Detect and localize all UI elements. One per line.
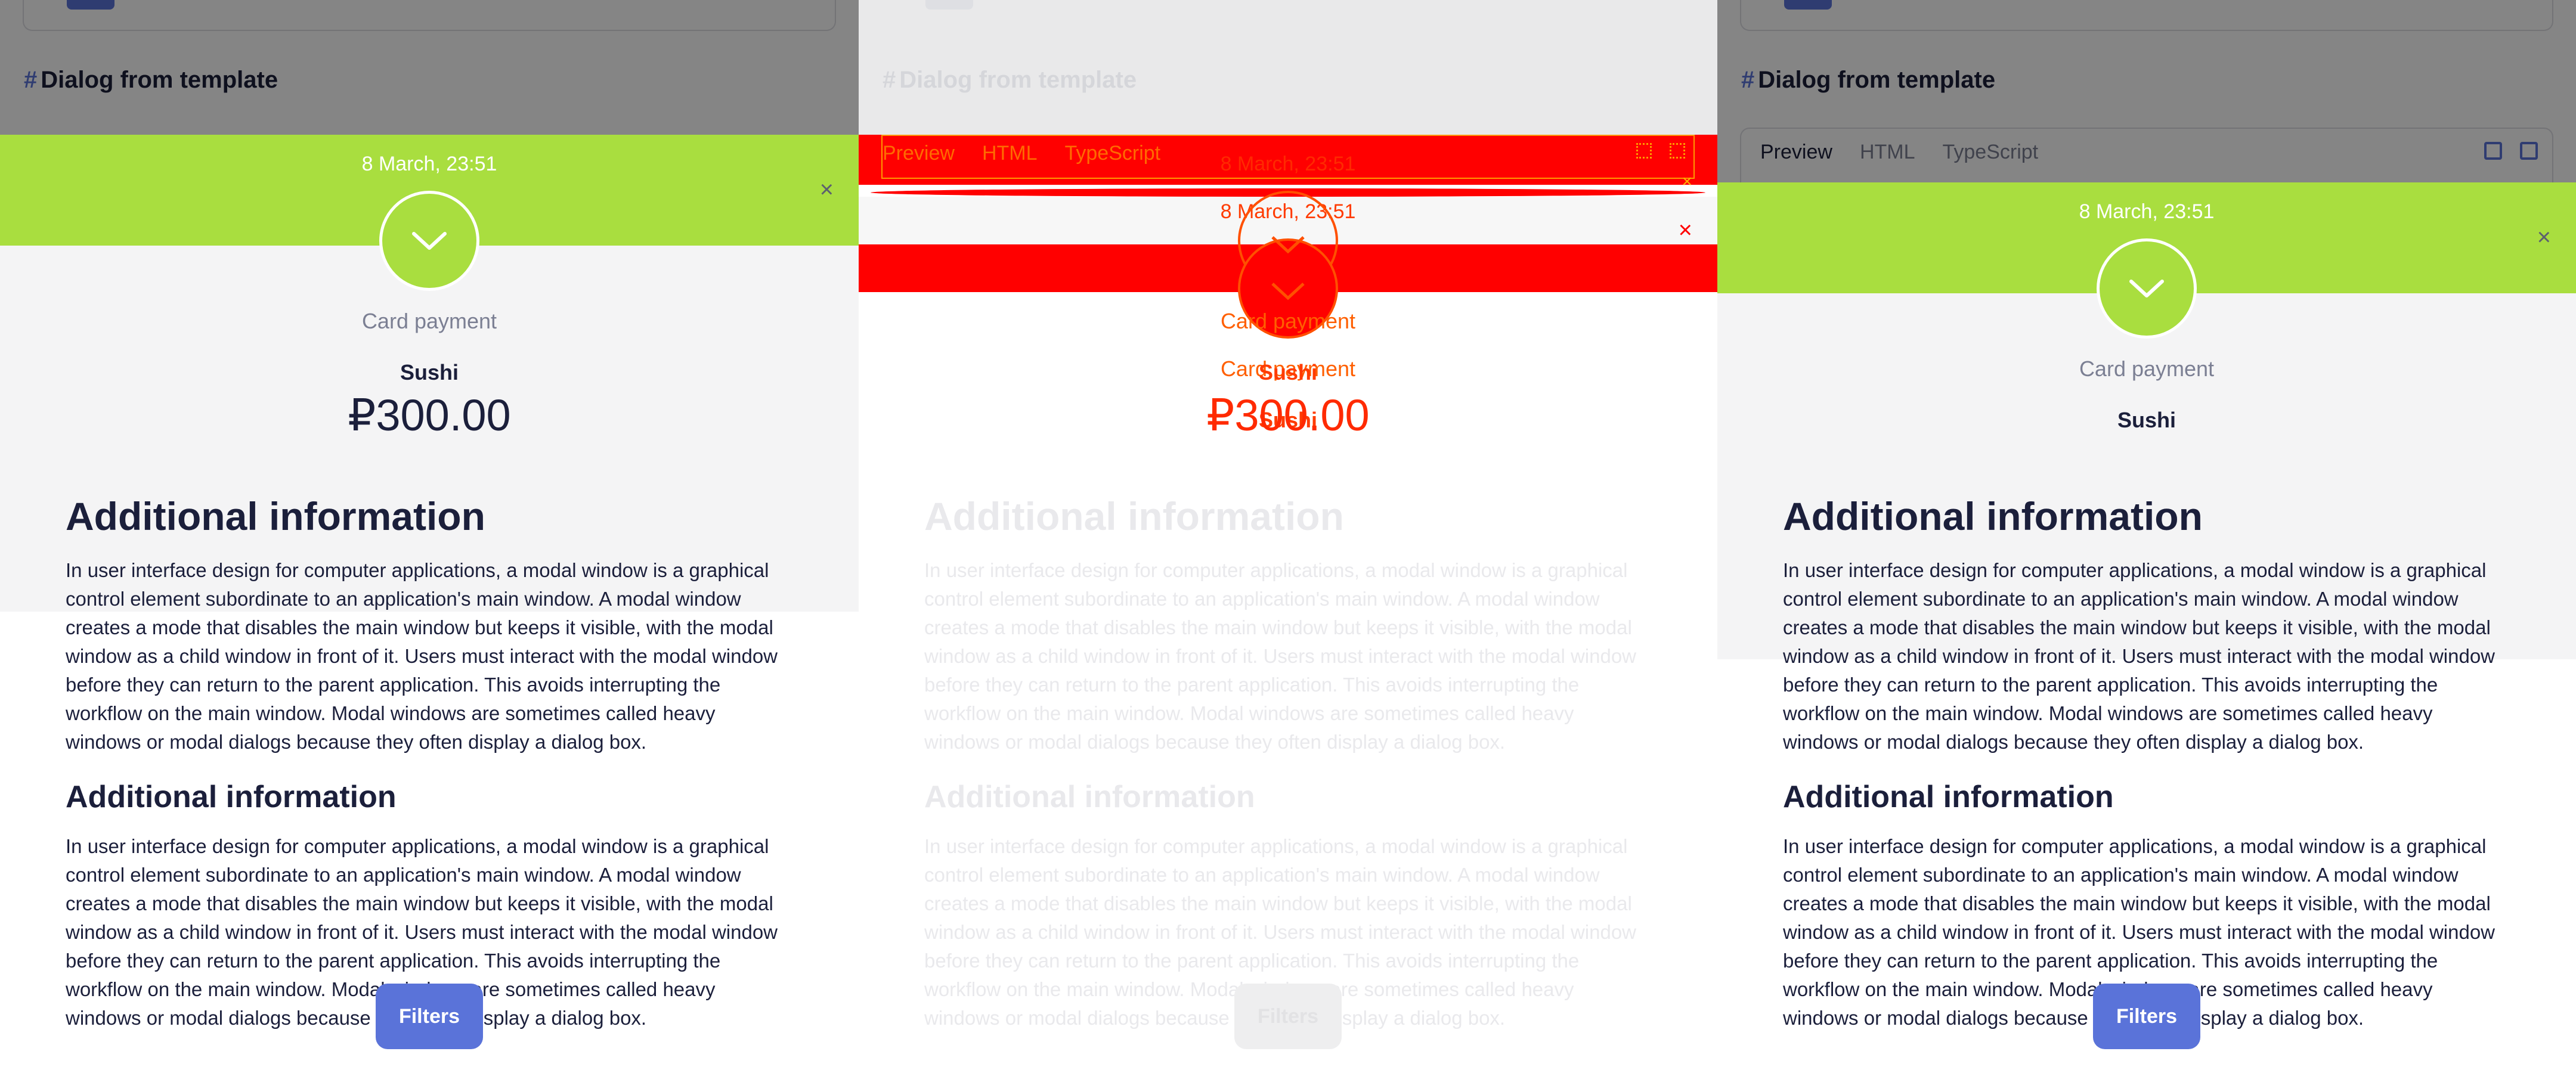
close-icon[interactable]: × [820,178,834,201]
article-paragraph: In user interface design for computer ap… [1783,559,2496,753]
payment-amount: ₽300.00 [348,390,511,440]
chevron-down-icon [412,232,447,250]
article-subheading: Additional information [1783,779,2114,814]
article-subheading: Additional information [924,779,1255,814]
article-paragraph: In user interface design for computer ap… [924,559,1637,753]
chevron-down-icon [1271,236,1305,254]
status-circle [2097,238,2197,339]
article-heading: Additional information [924,494,1344,538]
payment-method: Card payment [361,309,497,333]
chevron-down-icon [2129,280,2164,297]
chevron-down-icon [1271,283,1305,300]
article-content: Additional information In user interface… [924,495,1652,1032]
section-heading: # Dialog from template [883,67,1137,94]
filters-button[interactable]: Filters [376,984,483,1049]
article-content: Additional information In user interface… [66,495,793,1032]
section-heading-text: Dialog from template [899,67,1137,93]
dialog-title: Sushi [1258,360,1317,384]
dialog-date: 8 March, 23:51 [1220,153,1356,175]
dialog-title: Sushi [400,360,459,384]
article-heading: Additional information [66,494,485,538]
article-subheading: Additional information [66,779,397,814]
previous-example-button[interactable] [925,0,973,10]
payment-method: Card payment [2079,356,2215,381]
article-paragraph: In user interface design for computer ap… [66,559,778,753]
close-icon[interactable]: × [1682,173,1692,191]
screenshot-panel-diff: # Dialog from template Preview HTML TypeS… [859,0,1717,1073]
status-circle [379,191,479,291]
close-icon[interactable]: × [2537,225,2551,249]
close-icon[interactable]: × [1679,218,1692,242]
screenshot-panel-baseline: # Dialog from template 8 March, 23:51 × C… [0,0,859,1073]
dialog-date: 8 March, 23:51 [2079,200,2215,223]
anchor-hash[interactable]: # [883,67,896,93]
screenshot-panel-current: # Dialog from template Preview HTML TypeS… [1717,0,2576,1073]
filters-button[interactable]: Filters [2093,984,2200,1049]
article-heading: Additional information [1783,494,2203,538]
previous-example-card [881,0,1695,31]
filters-button[interactable]: Filters [1234,984,1342,1049]
article-content: Additional information In user interface… [1783,495,2510,1032]
dialog-date: 8 March, 23:51 [361,153,497,175]
payment-method: Card payment [1220,309,1356,333]
payment-amount: ₽300.00 [1206,390,1370,440]
dialog-title: Sushi [2117,408,2176,432]
